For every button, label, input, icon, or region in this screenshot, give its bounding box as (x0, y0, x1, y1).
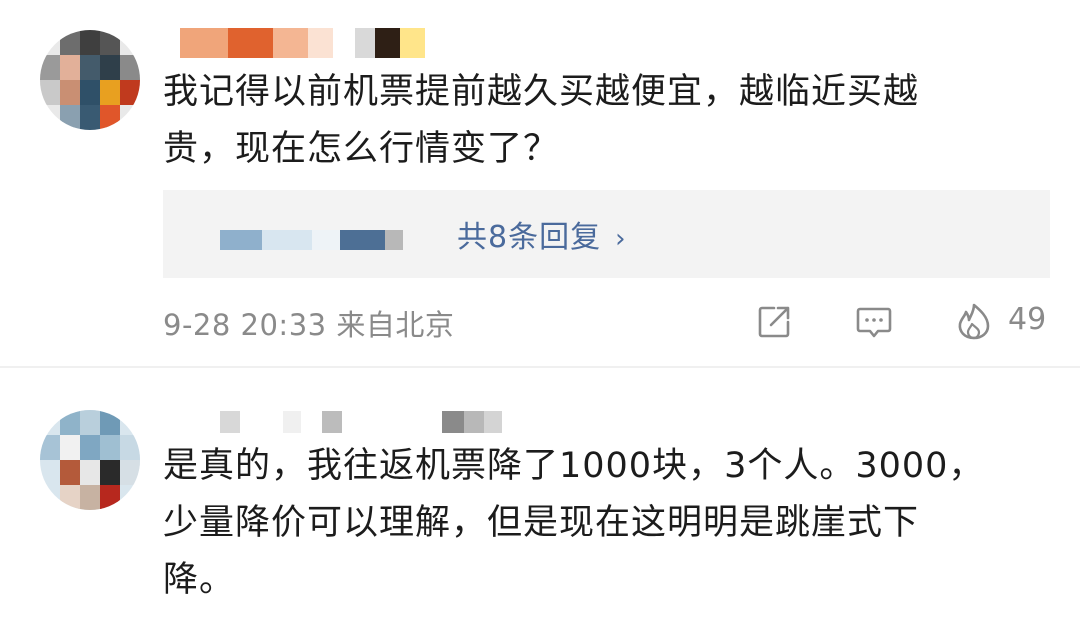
comment-text-line: 降。 (163, 560, 236, 600)
comment-text-line: 是真的，我往返机票降了1000块，3个人。3000， (163, 446, 985, 486)
avatar[interactable] (40, 410, 140, 510)
comment-item: 是真的，我往返机票降了1000块，3个人。3000， 少量降价可以理解，但是现在… (0, 0, 1080, 624)
comment-text-line: 少量降价可以理解，但是现在这明明是跳崖式下 (163, 503, 920, 543)
username-redacted[interactable] (220, 411, 510, 433)
comment-text: 是真的，我往返机票降了1000块，3个人。3000， 少量降价可以理解，但是现在… (163, 438, 1023, 609)
